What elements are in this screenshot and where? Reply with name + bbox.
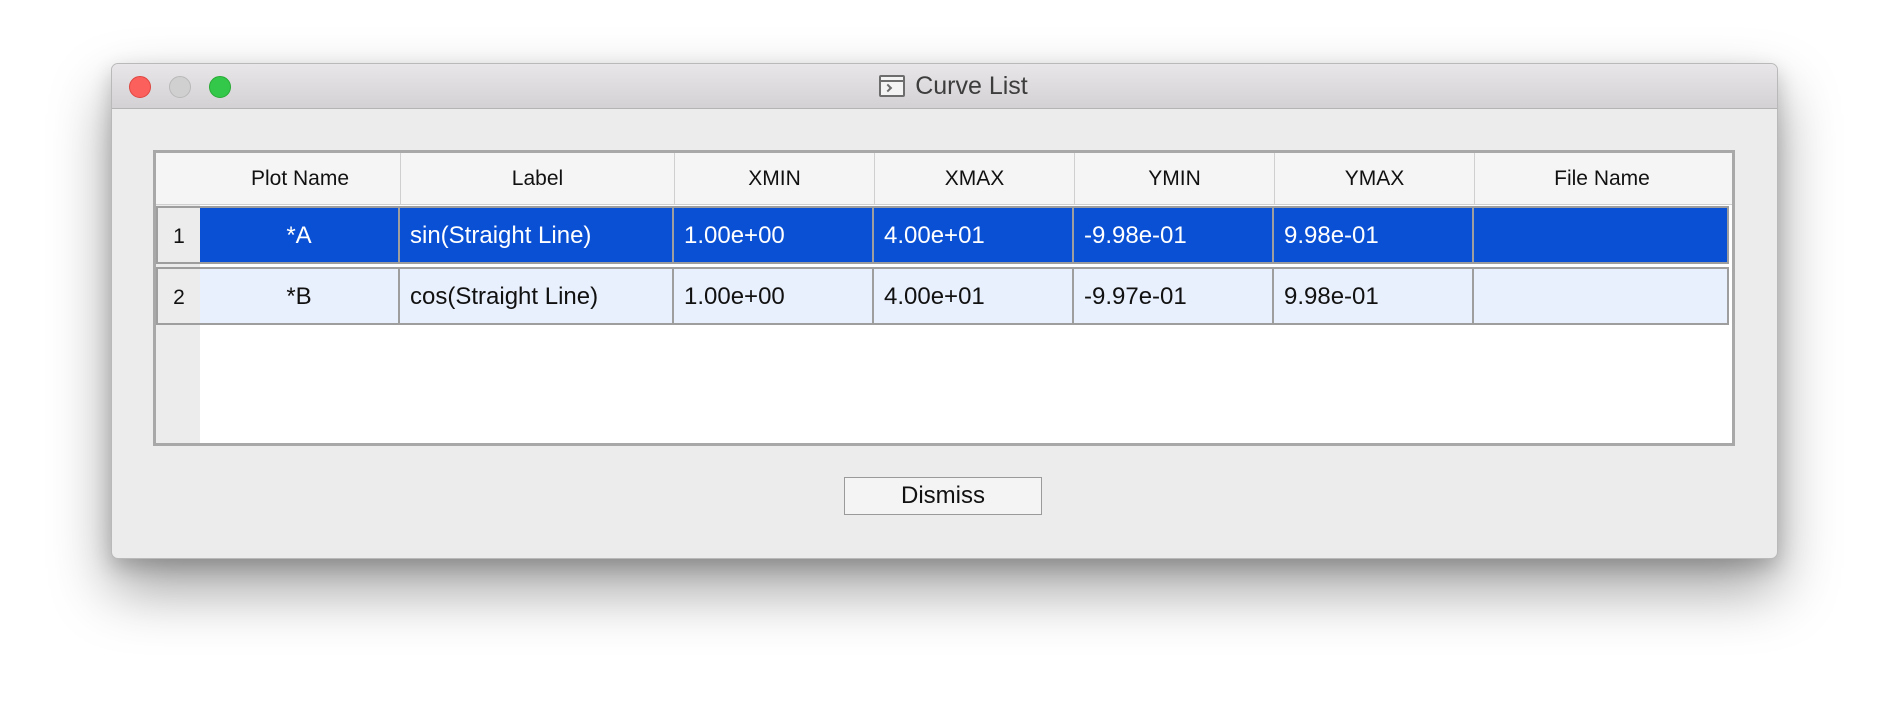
ymin-cell[interactable]: -9.97e-01: [1074, 267, 1274, 325]
ymin-cell[interactable]: -9.98e-01: [1074, 206, 1274, 264]
ymax-cell[interactable]: 9.98e-01: [1274, 267, 1474, 325]
xmin-cell[interactable]: 1.00e+00: [674, 206, 874, 264]
ymax-cell[interactable]: 9.98e-01: [1274, 206, 1474, 264]
window-title: Curve List: [915, 71, 1028, 100]
column-header-file-name[interactable]: File Name: [1474, 153, 1729, 204]
column-header-xmax[interactable]: XMAX: [874, 153, 1074, 204]
table-row[interactable]: 1 *A sin(Straight Line) 1.00e+00 4.00e+0…: [156, 206, 1729, 264]
xmin-cell[interactable]: 1.00e+00: [674, 267, 874, 325]
table-row[interactable]: 2 *B cos(Straight Line) 1.00e+00 4.00e+0…: [156, 267, 1729, 325]
plot-name-cell[interactable]: *B: [200, 267, 400, 325]
xmax-cell[interactable]: 4.00e+01: [874, 267, 1074, 325]
title-group: Curve List: [112, 64, 1777, 108]
title-bar[interactable]: Curve List: [112, 64, 1777, 109]
plot-name-cell[interactable]: *A: [200, 206, 400, 264]
column-header-plot-name[interactable]: Plot Name: [200, 153, 400, 204]
terminal-window-icon: [879, 75, 906, 97]
column-header-xmin[interactable]: XMIN: [674, 153, 874, 204]
xmax-cell[interactable]: 4.00e+01: [874, 206, 1074, 264]
dismiss-button[interactable]: Dismiss: [844, 477, 1042, 515]
label-cell[interactable]: sin(Straight Line): [400, 206, 674, 264]
label-cell[interactable]: cos(Straight Line): [400, 267, 674, 325]
row-number[interactable]: 1: [156, 206, 200, 264]
curve-list-window: Curve List Plot Name Label XMIN XMAX YMI…: [111, 63, 1778, 559]
column-header-label[interactable]: Label: [400, 153, 674, 204]
file-name-cell[interactable]: [1474, 267, 1729, 325]
curve-table: Plot Name Label XMIN XMAX YMIN YMAX File…: [153, 150, 1735, 446]
column-header-ymin[interactable]: YMIN: [1074, 153, 1274, 204]
row-number[interactable]: 2: [156, 267, 200, 325]
file-name-cell[interactable]: [1474, 206, 1729, 264]
table-header: Plot Name Label XMIN XMAX YMIN YMAX File…: [156, 153, 1732, 205]
column-header-ymax[interactable]: YMAX: [1274, 153, 1474, 204]
